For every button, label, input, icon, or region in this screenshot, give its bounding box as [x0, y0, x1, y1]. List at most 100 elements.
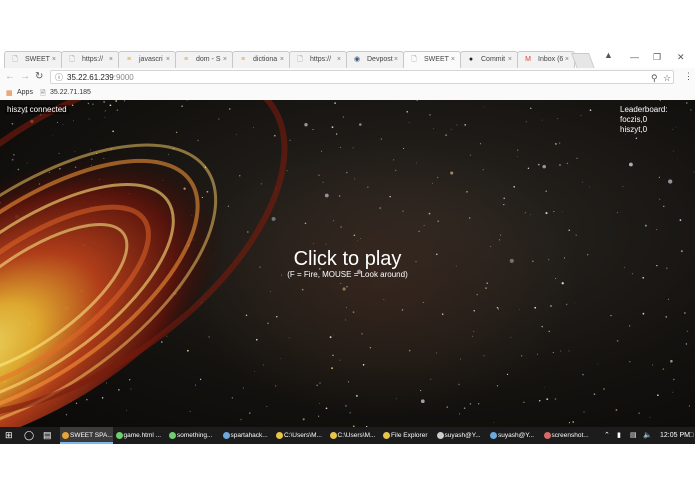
volume-icon[interactable]: 🔈: [643, 427, 652, 444]
restore-icon[interactable]: ❐: [653, 52, 661, 63]
app-icon: [436, 432, 444, 439]
bookmark-star-icon[interactable]: ☆: [663, 71, 671, 85]
page-icon: 🗋: [12, 56, 18, 63]
tab-title: dom - S: [196, 56, 221, 63]
tab[interactable]: 🗋 https:// ×: [289, 51, 347, 68]
mdn-icon: ≡: [126, 56, 132, 63]
tab[interactable]: ◉ Devpost ×: [346, 51, 404, 68]
stackoverflow-icon: ≡: [183, 56, 189, 63]
page-icon: 🗋: [69, 56, 75, 63]
page-icon: 🗎: [40, 90, 46, 97]
menu-icon[interactable]: ⋮: [684, 71, 693, 82]
app-icon: [329, 432, 337, 439]
close-tab-icon[interactable]: ×: [508, 56, 512, 63]
connection-status: hiszyt connected: [5, 105, 69, 114]
forward-icon[interactable]: →: [20, 71, 30, 82]
browser-toolbar: ← → ↻ ⓘ 35.22.61.239:9000 ⚲ ☆ ⋮: [0, 68, 695, 88]
taskbar-item[interactable]: screenshot...: [542, 427, 595, 444]
zoom-icon[interactable]: ⚲: [651, 71, 658, 85]
apps-grid-icon[interactable]: ▦: [6, 89, 13, 97]
tab[interactable]: ● Commit ×: [460, 51, 518, 68]
windows-taskbar: ⊞ ◯ ▤ SWEET SPA... game.html ... something…: [0, 427, 695, 444]
tab-title: Inbox (6: [538, 56, 564, 63]
tab[interactable]: 🗋 SWEET ×: [4, 51, 62, 68]
close-tab-icon[interactable]: ×: [337, 56, 341, 63]
tab-title: SWEET: [25, 56, 50, 63]
tab[interactable]: M Inbox (6 ×: [517, 51, 575, 68]
stackoverflow-icon: ≡: [240, 56, 246, 63]
reload-icon[interactable]: ↻: [35, 71, 43, 82]
tab-title: SWEET: [424, 56, 449, 63]
close-tab-icon[interactable]: ×: [565, 56, 569, 63]
address-bar[interactable]: ⓘ 35.22.61.239:9000 ⚲ ☆: [50, 70, 674, 84]
tray-chevron-icon[interactable]: ⌃: [604, 427, 610, 444]
taskbar-item[interactable]: suyash@Y...: [435, 427, 488, 444]
tab[interactable]: 🗋 SWEET ×: [403, 51, 461, 68]
leaderboard-entry: hiszyt,0: [620, 125, 648, 134]
taskbar-item-label: game.html ...: [123, 432, 162, 439]
search-icon[interactable]: ◯: [24, 427, 34, 444]
taskbar-item-label: SWEET SPA...: [70, 432, 113, 439]
taskbar-item[interactable]: suyash@Y...: [488, 427, 541, 444]
taskbar-item[interactable]: File Explorer: [381, 427, 434, 444]
taskbar-item-label: suyash@Y...: [444, 432, 481, 439]
leaderboard-entry: foczis,0: [620, 115, 648, 124]
network-icon[interactable]: ▤: [630, 427, 637, 444]
taskbar-item[interactable]: SWEET SPA...: [60, 427, 113, 444]
start-icon[interactable]: ⊞: [5, 427, 13, 444]
page-icon: 🗋: [411, 56, 417, 63]
tab-title: Commit: [481, 56, 506, 63]
tab[interactable]: ≡ dictiona ×: [232, 51, 290, 68]
notifications-icon[interactable]: □: [689, 427, 693, 444]
close-tab-icon[interactable]: ×: [52, 56, 56, 63]
battery-icon[interactable]: ▮: [617, 427, 621, 444]
close-tab-icon[interactable]: ×: [109, 56, 113, 63]
controls-hint: (F = Fire, MOUSE = Look around): [287, 270, 408, 279]
close-tab-icon[interactable]: ×: [280, 56, 284, 63]
tab[interactable]: ≡ javascri ×: [118, 51, 176, 68]
tab[interactable]: 🗋 https:// ×: [61, 51, 119, 68]
taskbar-item-label: spartahack...: [230, 432, 268, 439]
close-window-icon[interactable]: ✕: [677, 52, 685, 63]
tab-strip: 🗋 SWEET × 🗋 https://× ≡ javascri × ≡ dom - S × ≡ dic…: [0, 48, 695, 69]
close-tab-icon[interactable]: ×: [394, 56, 398, 63]
devpost-icon: ◉: [353, 56, 361, 63]
taskbar-item-label: something...: [177, 432, 213, 439]
taskbar-item-label: suyash@Y...: [498, 432, 535, 439]
close-tab-icon[interactable]: ×: [166, 56, 170, 63]
apps-bookmark[interactable]: Apps: [17, 89, 33, 96]
taskbar-item[interactable]: game.html ...: [114, 427, 167, 444]
profile-icon[interactable]: ▲: [604, 50, 613, 60]
taskbar-item[interactable]: something...: [167, 427, 220, 444]
tab-title: https://: [310, 56, 332, 63]
url-host: 35.22.61.239: [67, 73, 114, 82]
info-icon[interactable]: ⓘ: [55, 71, 63, 85]
bookmark-item[interactable]: 35.22.71.185: [50, 89, 91, 96]
back-icon[interactable]: ←: [5, 71, 15, 82]
close-tab-icon[interactable]: ×: [451, 56, 455, 63]
page-icon: 🗋: [297, 56, 303, 63]
taskbar-item-label: screenshot...: [551, 432, 589, 439]
app-icon: [383, 432, 390, 439]
click-to-play-prompt[interactable]: Click to play: [0, 248, 695, 271]
app-icon: [115, 432, 123, 439]
tab-title: https://: [82, 56, 104, 63]
taskbar-item-label: C:\Users\M...: [284, 432, 322, 439]
tab[interactable]: ≡ dom - S ×: [175, 51, 233, 68]
gmail-icon: M: [525, 56, 531, 63]
game-canvas[interactable]: hiszyt connected Leaderboard: foczis,0 h…: [0, 100, 695, 427]
minimize-icon[interactable]: —: [630, 52, 639, 62]
app-icon: [62, 432, 69, 439]
app-icon: [490, 432, 497, 439]
app-icon: [276, 432, 283, 439]
task-view-icon[interactable]: ▤: [43, 427, 52, 444]
tab-title: dictiona: [253, 56, 278, 63]
taskbar-item[interactable]: C:\Users\M...: [274, 427, 327, 444]
taskbar-item[interactable]: C:\Users\M...: [328, 427, 381, 444]
taskbar-item[interactable]: spartahack...: [221, 427, 274, 444]
close-tab-icon[interactable]: ×: [223, 56, 227, 63]
app-icon: [543, 432, 551, 439]
url-port: :9000: [113, 73, 134, 82]
clock[interactable]: 12:05 PM: [660, 427, 690, 444]
leaderboard-title: Leaderboard:: [620, 105, 668, 114]
